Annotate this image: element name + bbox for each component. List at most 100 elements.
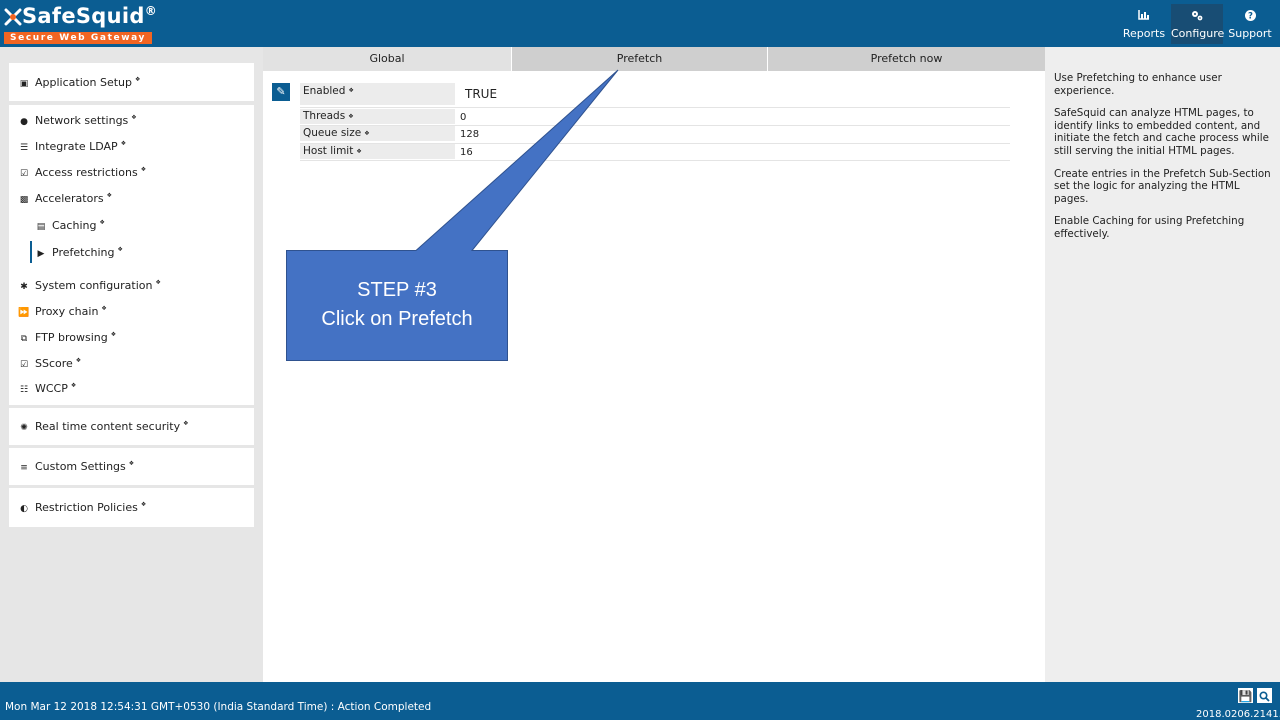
nav-reports-button[interactable]: Reports: [1120, 4, 1168, 44]
tab-prefetch[interactable]: Prefetch: [512, 47, 767, 71]
nav-support-button[interactable]: ? Support: [1226, 4, 1274, 44]
info-icon[interactable]: ❖: [71, 379, 76, 393]
info-icon[interactable]: ❖: [101, 302, 106, 316]
save-icon: 💾: [1238, 690, 1253, 703]
svg-text:?: ?: [1248, 12, 1253, 21]
field-row-host-limit: Host limit ❖ 16: [300, 144, 1010, 161]
callout-step-label: STEP #3: [357, 279, 437, 301]
server-icon: ☷: [19, 385, 29, 395]
brand-name: SafeSquid®: [22, 4, 158, 28]
sidebar-item-system-configuration[interactable]: ✱ System configuration ❖: [18, 276, 161, 296]
status-message: Mon Mar 12 2018 12:54:31 GMT+0530 (India…: [5, 701, 432, 713]
logo-tools-icon: [4, 8, 22, 26]
checkbox-icon: ☑: [19, 360, 29, 370]
info-icon[interactable]: ❖: [141, 163, 146, 177]
info-icon[interactable]: ❖: [364, 130, 369, 137]
top-bar: SafeSquid® Secure Web Gateway Reports Co…: [0, 0, 1280, 47]
help-panel: Use Prefetching to enhance user experien…: [1045, 47, 1280, 682]
info-icon[interactable]: ❖: [121, 137, 126, 151]
info-icon[interactable]: ❖: [348, 113, 353, 120]
sidebar-section-label-restriction-policies[interactable]: ◐ Restriction Policies ❖: [18, 498, 146, 518]
edit-icon: ✎: [276, 85, 286, 98]
shield-icon: ◐: [20, 504, 28, 514]
info-icon[interactable]: ❖: [356, 148, 361, 155]
sidebar-section-real-time-content-security[interactable]: ✺ Real time content security ❖: [9, 408, 254, 445]
info-icon[interactable]: ❖: [76, 354, 81, 368]
puzzle-icon: ✱: [20, 282, 28, 292]
copy-icon: ⧉: [20, 334, 28, 344]
info-icon[interactable]: ❖: [183, 417, 188, 431]
sidebar-section-custom-settings[interactable]: ≡ Custom Settings ❖: [9, 448, 254, 485]
field-value-threads[interactable]: 0: [460, 112, 466, 123]
active-item-indicator: [30, 241, 32, 263]
storage-icon: ▤: [36, 222, 46, 232]
info-icon[interactable]: ❖: [111, 328, 116, 342]
gears-icon: [1171, 10, 1223, 26]
status-bar: Mon Mar 12 2018 12:54:31 GMT+0530 (India…: [0, 682, 1280, 720]
field-label: Enabled ❖: [300, 83, 455, 105]
sidebar-application-setup-items: ● Network settings ❖ ☰ Integrate LDAP ❖ ☑ Acc…: [9, 105, 254, 405]
field-value-queue-size[interactable]: 128: [460, 129, 479, 140]
info-icon[interactable]: ❖: [348, 87, 353, 94]
sidebar-section-label-application-setup[interactable]: ▣ Application Setup ❖: [18, 73, 141, 93]
info-icon[interactable]: ❖: [141, 498, 146, 512]
info-icon[interactable]: ❖: [135, 73, 140, 87]
help-paragraph: SafeSquid can analyze HTML pages, to ide…: [1054, 107, 1269, 157]
safesquid-logo[interactable]: SafeSquid® Secure Web Gateway: [4, 3, 158, 45]
sidebar-item-caching[interactable]: ▤ Caching ❖: [35, 216, 105, 236]
field-row-queue-size: Queue size ❖ 128: [300, 126, 1010, 144]
tab-bar: Global Prefetch Prefetch now: [263, 47, 1045, 71]
nav-configure-button[interactable]: Configure: [1171, 4, 1225, 44]
tab-prefetch-now[interactable]: Prefetch now: [768, 47, 1045, 71]
info-icon[interactable]: ❖: [131, 111, 136, 125]
sidebar-section-restriction-policies[interactable]: ◐ Restriction Policies ❖: [9, 488, 254, 527]
info-icon[interactable]: ❖: [155, 276, 160, 290]
tab-global[interactable]: Global: [263, 47, 511, 71]
save-button[interactable]: 💾: [1237, 687, 1254, 704]
sidebar-item-ftp-browsing[interactable]: ⧉ FTP browsing ❖: [18, 328, 116, 348]
sidebar-item-accelerators[interactable]: ▩ Accelerators ❖: [18, 189, 112, 209]
briefcase-icon: ▣: [19, 79, 29, 89]
question-icon: ?: [1226, 10, 1274, 26]
sidebar-section-label-custom-settings[interactable]: ≡ Custom Settings ❖: [18, 457, 134, 477]
sidebar-item-wccp[interactable]: ☷ WCCP ❖: [18, 379, 76, 399]
field-row-threads: Threads ❖ 0: [300, 109, 1010, 126]
sliders-icon: ≡: [20, 463, 28, 473]
main-content: Global Prefetch Prefetch now ✎ Enabled ❖ …: [263, 47, 1045, 682]
list-icon: ☰: [19, 143, 29, 153]
nav-support-label: Support: [1228, 27, 1272, 40]
train-icon: ▩: [19, 195, 29, 205]
info-icon[interactable]: ❖: [129, 457, 134, 471]
help-paragraph: Enable Caching for using Prefetching eff…: [1054, 215, 1245, 240]
step-forward-icon: ▶: [37, 249, 45, 259]
bug-icon: ✺: [20, 423, 28, 433]
sidebar-item-sscore[interactable]: ☑ SScore ❖: [18, 354, 81, 374]
search-icon: [1259, 691, 1270, 702]
sidebar-section-application-setup[interactable]: ▣ Application Setup ❖: [9, 63, 254, 101]
field-value-enabled[interactable]: TRUE: [465, 87, 497, 101]
sidebar-item-network-settings[interactable]: ● Network settings ❖: [18, 111, 137, 131]
edit-button[interactable]: ✎: [272, 83, 290, 101]
brand-tagline: Secure Web Gateway: [4, 32, 152, 44]
callout-text: STEP #3 Click on Prefetch: [287, 276, 507, 334]
sidebar-item-prefetching[interactable]: ▶ Prefetching ❖: [35, 243, 123, 263]
help-paragraph: Use Prefetching to enhance user experien…: [1054, 72, 1222, 97]
search-button[interactable]: [1256, 687, 1273, 704]
sidebar-item-integrate-ldap[interactable]: ☰ Integrate LDAP ❖: [18, 137, 126, 157]
sidebar-item-access-restrictions[interactable]: ☑ Access restrictions ❖: [18, 163, 146, 183]
sidebar-item-proxy-chain[interactable]: ⏩ Proxy chain ❖: [18, 302, 106, 322]
info-icon[interactable]: ❖: [117, 243, 122, 257]
field-label: Queue size ❖: [300, 126, 455, 141]
sidebar: ▣ Application Setup ❖ ● Network settings ❖ ☰…: [0, 47, 263, 682]
checkbox-icon: ☑: [19, 169, 29, 179]
info-icon[interactable]: ❖: [99, 216, 104, 230]
nav-configure-label: Configure: [1171, 27, 1225, 40]
field-value-host-limit[interactable]: 16: [460, 147, 473, 158]
nav-reports-label: Reports: [1122, 27, 1166, 40]
help-paragraph: Create entries in the Prefetch Sub-Secti…: [1054, 167, 1271, 205]
field-label: Threads ❖: [300, 109, 455, 124]
info-icon[interactable]: ❖: [107, 189, 112, 203]
chart-icon: [1120, 10, 1168, 26]
callout-instruction: Click on Prefetch: [321, 308, 473, 330]
sidebar-section-label-real-time-content-security[interactable]: ✺ Real time content security ❖: [18, 417, 188, 437]
